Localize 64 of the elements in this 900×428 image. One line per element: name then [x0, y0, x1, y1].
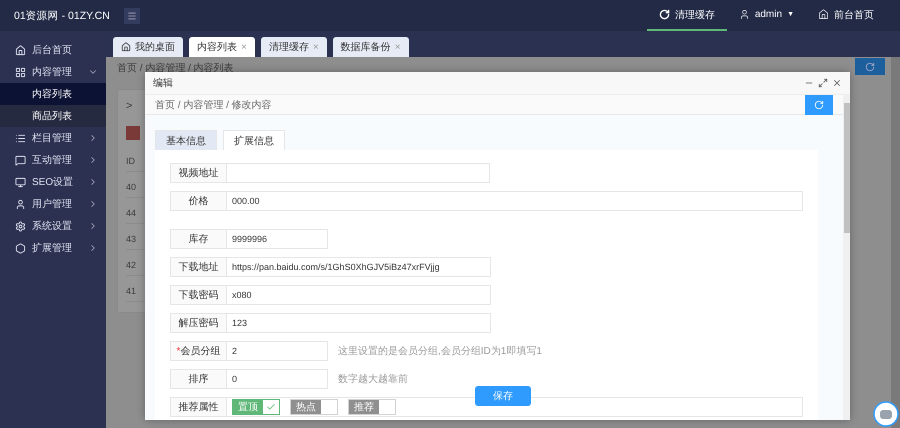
sidebar-item[interactable]: 用户管理 — [0, 193, 106, 215]
menu-button[interactable] — [124, 8, 140, 24]
breadcrumb: 首页 / 内容管理 / 内容列表 — [117, 63, 234, 75]
chat-icon — [15, 154, 26, 166]
field-label: 下载地址 — [170, 257, 227, 277]
page-tab[interactable]: 我的桌面 — [113, 37, 183, 57]
page-tab[interactable]: 数据库备份 × — [332, 37, 409, 57]
sidebar-item[interactable]: 系统设置 — [0, 215, 106, 237]
home-icon — [818, 9, 829, 20]
breadcrumb: 首页 / 内容管理 / 修改内容 — [155, 98, 272, 112]
menu-icon — [126, 10, 137, 20]
sidebar-subitem[interactable]: 商品列表 — [0, 105, 106, 127]
field-label: 视频地址 — [170, 163, 227, 183]
text-input[interactable]: 123 — [227, 313, 491, 333]
scrollbar[interactable] — [891, 57, 900, 428]
brand-title: 01资源网 - 01ZY.CN — [14, 8, 110, 22]
text-input[interactable] — [227, 163, 490, 183]
page-tab[interactable]: 内容列表 × — [189, 37, 255, 57]
dialog-title: 编辑 — [153, 76, 173, 90]
field-label: 下载密码 — [170, 285, 227, 305]
maximize-icon[interactable] — [818, 78, 828, 88]
sidebar-item[interactable]: 后台首页 — [0, 39, 106, 61]
text-input[interactable]: https://pan.baidu.com/s/1GhS0XhGJV5iBz47xrFVjjg — [227, 257, 491, 277]
text-input[interactable]: 9999996 — [227, 229, 328, 249]
field-label: *会员分组 — [170, 341, 227, 361]
field-hint: 数字越大越靠前 — [338, 372, 408, 386]
page-tab[interactable]: 清理缓存 × — [260, 37, 327, 57]
user-icon — [15, 198, 26, 210]
sidebar-item[interactable]: 互动管理 — [0, 149, 106, 171]
field-label: 库存 — [170, 229, 227, 249]
user-icon — [738, 9, 750, 20]
sidebar-subitem[interactable]: 内容列表 — [0, 83, 106, 105]
refresh-icon — [658, 9, 670, 20]
form-tab[interactable]: 基本信息 — [155, 130, 217, 150]
refresh-button[interactable] — [805, 94, 833, 114]
sidebar-item[interactable]: 内容管理 — [0, 61, 106, 83]
field-hint: 这里设置的是会员分组,会员分组ID为1即填写1 — [338, 344, 542, 358]
field-label: 解压密码 — [170, 313, 227, 333]
home-icon — [121, 42, 131, 52]
sidebar-item[interactable]: SEO设置 — [0, 171, 106, 193]
refresh-icon — [865, 62, 875, 72]
field-label: 排序 — [170, 369, 227, 389]
list-icon — [15, 132, 26, 144]
sidebar-item[interactable]: 扩展管理 — [0, 237, 106, 259]
monitor-icon — [15, 176, 26, 188]
sidebar-item[interactable]: 栏目管理 — [0, 127, 106, 149]
home-icon — [15, 44, 26, 56]
assistant-icon[interactable] — [873, 401, 899, 427]
grid-icon — [15, 66, 26, 78]
scrollbar[interactable] — [843, 95, 850, 420]
field-label: 价格 — [170, 191, 227, 211]
check-icon — [266, 402, 276, 412]
gear-icon — [15, 220, 26, 232]
text-input[interactable]: 0 — [227, 369, 328, 389]
refresh-button[interactable] — [855, 58, 885, 75]
text-input[interactable]: 000.00 — [227, 191, 803, 211]
field-label: 推荐属性 — [170, 397, 227, 417]
text-input[interactable]: x080 — [227, 285, 491, 305]
text-input[interactable]: 2 — [227, 341, 328, 361]
refresh-icon — [814, 100, 824, 110]
form-tab[interactable]: 扩展信息 — [223, 130, 285, 150]
hexagon-icon — [15, 242, 26, 254]
close-icon[interactable] — [832, 78, 842, 88]
top-nav-item[interactable]: 前台首页 — [806, 0, 886, 31]
